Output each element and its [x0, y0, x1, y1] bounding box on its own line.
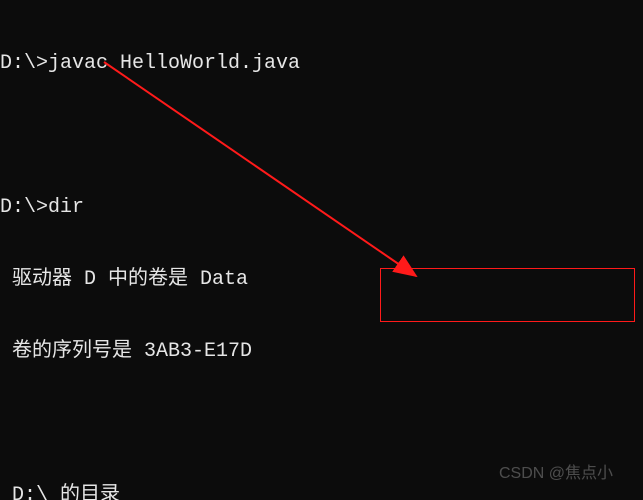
- command-text: dir: [48, 196, 84, 219]
- serial-line: 卷的序列号是 3AB3-E17D: [0, 340, 643, 364]
- prompt: D:\>: [0, 196, 48, 219]
- blank-line: [0, 124, 643, 148]
- directory-of-line: D:\ 的目录: [0, 484, 643, 500]
- prompt: D:\>: [0, 52, 48, 75]
- command-text: javac HelloWorld.java: [48, 52, 300, 75]
- volume-line: 驱动器 D 中的卷是 Data: [0, 268, 643, 292]
- blank-line: [0, 412, 643, 436]
- command-line-1: D:\>javac HelloWorld.java: [0, 52, 643, 76]
- terminal-output: D:\>javac HelloWorld.java D:\>dir 驱动器 D …: [0, 0, 643, 500]
- command-line-2: D:\>dir: [0, 196, 643, 220]
